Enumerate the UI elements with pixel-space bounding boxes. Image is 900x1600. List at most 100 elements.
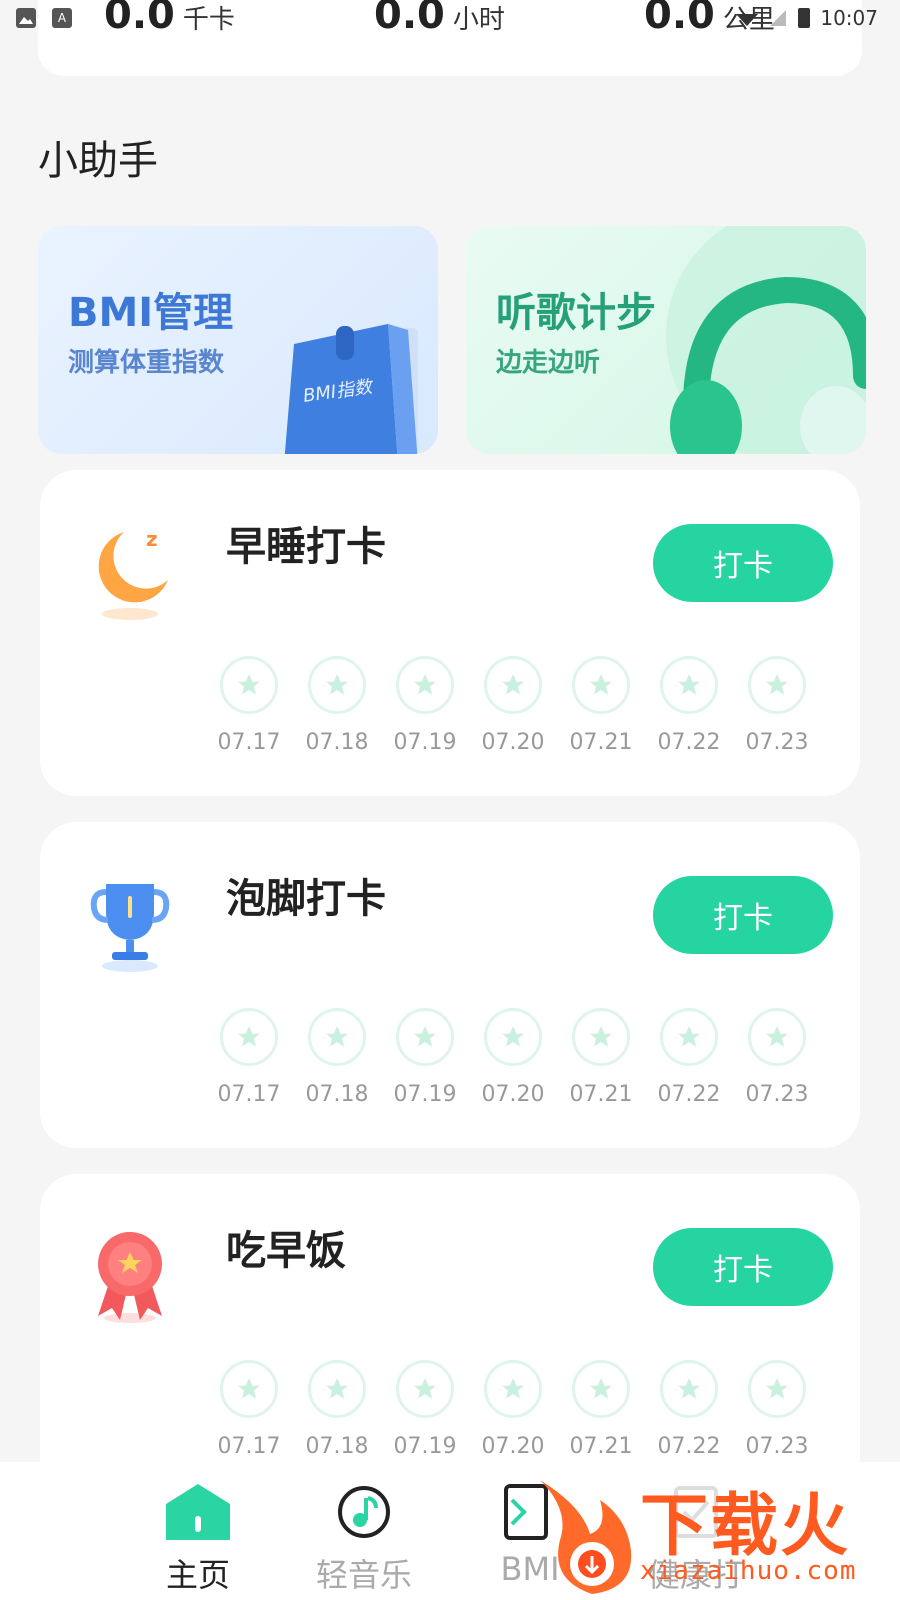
star-icon [660, 1360, 718, 1418]
music-steps-card[interactable]: 听歌计步 边走边听 [466, 226, 866, 454]
day-label: 07.21 [569, 1434, 633, 1459]
checkin-button[interactable]: 打卡 [653, 524, 833, 602]
day-label: 07.20 [481, 1082, 545, 1107]
day-item: 07.21 [569, 1008, 633, 1107]
checkin-title: 吃早饭 [226, 1228, 346, 1274]
day-label: 07.19 [393, 1434, 457, 1459]
bmi-card[interactable]: BMI管理 测算体重指数 BMI指数 [38, 226, 438, 454]
star-icon [220, 1008, 278, 1066]
day-item: 07.20 [481, 1008, 545, 1107]
star-icon [308, 1008, 366, 1066]
day-item: 07.22 [657, 1360, 721, 1459]
day-label: 07.17 [217, 1434, 281, 1459]
stat-distance: 0.0 公里 [644, 0, 775, 38]
bmi-card-title: BMI管理 [68, 290, 234, 336]
day-item: 07.19 [393, 1008, 457, 1107]
trophy-icon [90, 884, 170, 972]
stat-calories: 0.0 千卡 [104, 0, 235, 38]
checkin-days: 07.17 07.18 07.19 07.20 07.21 07.22 07.2… [217, 1360, 809, 1459]
day-item: 07.23 [745, 1360, 809, 1459]
watermark-text: 下载火 [640, 1487, 851, 1566]
stat-value: 0.0 [644, 0, 715, 38]
checkin-button[interactable]: 打卡 [653, 1228, 833, 1306]
day-item: 07.21 [569, 656, 633, 755]
star-icon [308, 1360, 366, 1418]
day-label: 07.17 [217, 730, 281, 755]
day-label: 07.23 [745, 730, 809, 755]
day-label: 07.20 [481, 730, 545, 755]
checkin-title: 泡脚打卡 [226, 876, 386, 922]
day-item: 07.19 [394, 656, 457, 755]
watermark-logo: 下载火 xiazaihuo.com [530, 1470, 900, 1600]
checkin-title: 早睡打卡 [226, 524, 386, 570]
stats-card: 0.0 千卡 0.0 小时 0.0 公里 [38, 0, 862, 76]
day-label: 07.21 [569, 730, 633, 755]
bmi-card-subtitle: 测算体重指数 [68, 348, 225, 378]
medal-icon [98, 1232, 162, 1323]
day-item: 07.21 [569, 1360, 633, 1459]
stat-unit: 公里 [722, 5, 775, 35]
nav-label: 轻音乐 [315, 1556, 412, 1594]
day-label: 07.20 [481, 1434, 545, 1459]
day-item: 07.23 [745, 1008, 809, 1107]
day-item: 07.23 [745, 656, 809, 755]
svg-text:z: z [146, 527, 158, 551]
checkin-card-breakfast: 吃早饭 打卡 07.17 07.18 07.19 07.20 07.21 07.… [40, 1174, 860, 1500]
home-icon [166, 1484, 230, 1540]
day-item: 07.18 [305, 1008, 369, 1107]
star-icon [660, 656, 718, 714]
checkin-card-foot-soak: 泡脚打卡 打卡 07.17 07.18 07.19 07.20 07.21 07… [40, 822, 860, 1148]
book-icon: BMI指数 [284, 324, 418, 454]
star-icon [572, 1008, 630, 1066]
day-label: 07.23 [745, 1082, 809, 1107]
star-icon [220, 1360, 278, 1418]
day-item: 07.18 [305, 656, 369, 755]
day-label: 07.22 [657, 1434, 721, 1459]
stat-unit: 千卡 [182, 5, 235, 35]
day-label: 07.21 [569, 1082, 633, 1107]
day-item: 07.17 [217, 656, 281, 755]
day-label: 07.19 [393, 1082, 457, 1107]
star-icon [748, 1008, 806, 1066]
day-item: 07.22 [657, 656, 721, 755]
nav-item-home[interactable]: 主页 [128, 1482, 268, 1596]
day-item: 07.17 [217, 1008, 281, 1107]
nav-label: 主页 [165, 1556, 230, 1594]
star-icon [484, 656, 542, 714]
star-icon [660, 1008, 718, 1066]
star-icon [572, 1360, 630, 1418]
day-label: 07.18 [305, 1434, 369, 1459]
day-label: 07.22 [657, 1082, 721, 1107]
star-icon [220, 656, 278, 714]
music-icon [338, 1486, 390, 1538]
stat-hours: 0.0 小时 [374, 0, 505, 38]
day-label: 07.18 [305, 730, 369, 755]
star-icon [308, 656, 366, 714]
day-label: 07.22 [657, 730, 721, 755]
fire-logo-icon [540, 1480, 632, 1594]
image-notification-icon [16, 8, 36, 28]
section-title: 小助手 [38, 138, 158, 184]
checkin-days: 07.17 07.18 07.19 07.20 07.21 07.22 07.2… [217, 656, 809, 755]
star-icon [484, 1008, 542, 1066]
music-card-title: 听歌计步 [496, 290, 656, 336]
star-icon [748, 656, 806, 714]
day-item: 07.19 [393, 1360, 457, 1459]
checkin-button[interactable]: 打卡 [653, 876, 833, 954]
stat-value: 0.0 [104, 0, 175, 38]
moon-icon: z [98, 527, 168, 620]
watermark-url: xiazaihuo.com [640, 1556, 857, 1586]
star-icon [748, 1360, 806, 1418]
day-label: 07.17 [217, 1082, 281, 1107]
checkin-card-early-sleep: z 早睡打卡 打卡 07.17 07.18 07.19 07.20 07.21 … [40, 470, 860, 796]
headphones-icon [666, 226, 866, 454]
day-label: 07.23 [745, 1434, 809, 1459]
star-icon [484, 1360, 542, 1418]
day-item: 07.22 [657, 1008, 721, 1107]
day-item: 07.20 [481, 1360, 545, 1459]
day-item: 07.20 [481, 656, 545, 755]
nav-item-music[interactable]: 轻音乐 [294, 1482, 434, 1596]
checkin-days: 07.17 07.18 07.19 07.20 07.21 07.22 07.2… [217, 1008, 809, 1107]
day-item: 07.17 [217, 1360, 281, 1459]
day-label: 07.18 [305, 1082, 369, 1107]
